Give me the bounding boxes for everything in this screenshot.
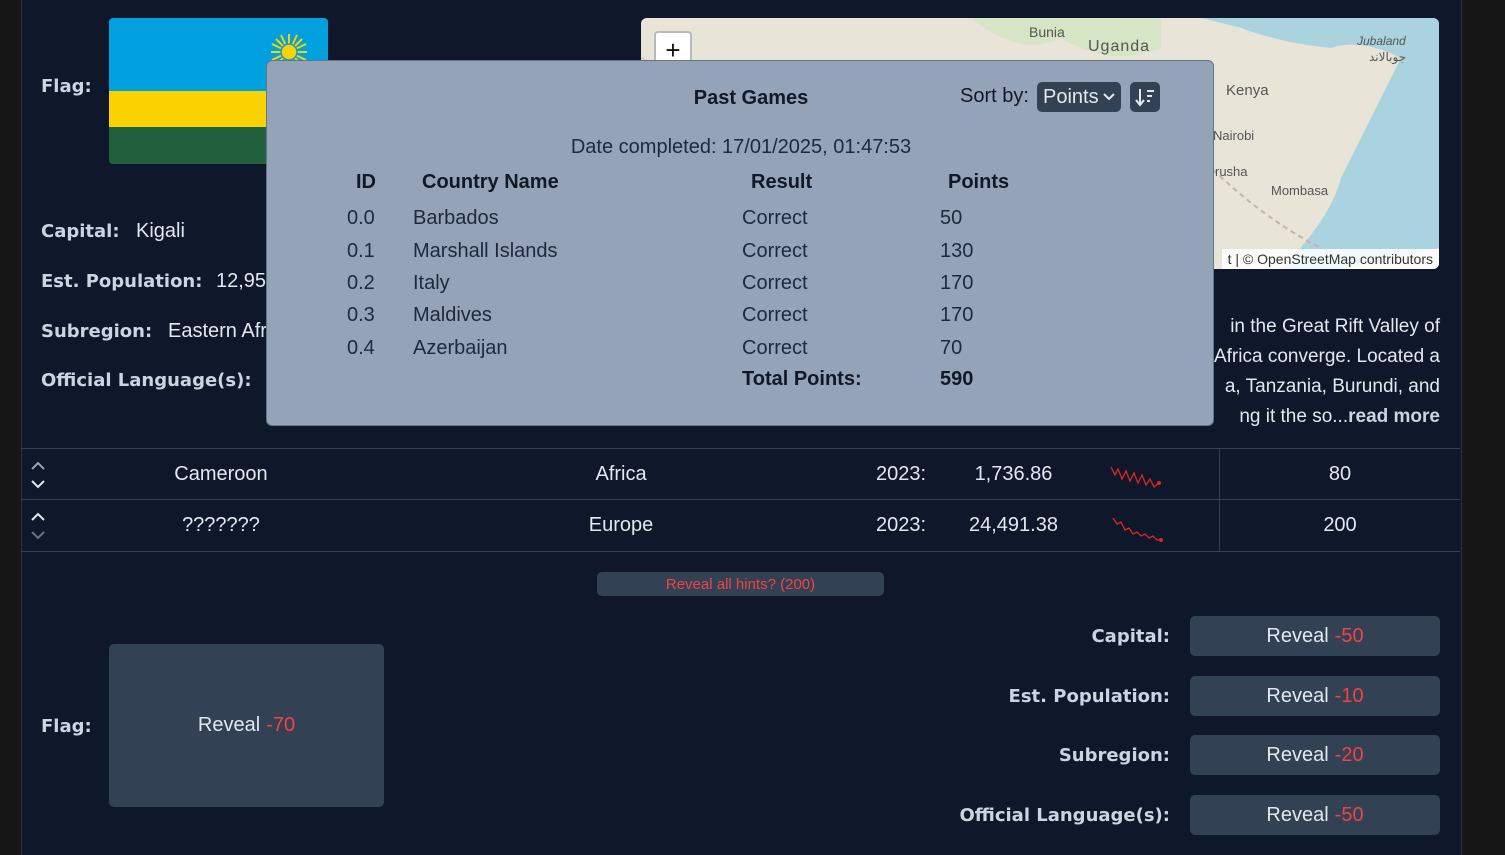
row-points: 200 [1323, 514, 1357, 536]
game-id: 0.1 [347, 240, 375, 262]
expand-toggle-icon[interactable] [29, 511, 47, 541]
past-games-modal: Past Games Sort by: Points Date complete… [266, 60, 1214, 426]
population-label: Est. Population: [41, 271, 203, 292]
header-country: Country Name [422, 171, 559, 193]
row-year: 2023: [875, 514, 927, 536]
sort-select[interactable]: Points [1037, 82, 1121, 112]
subregion-label: Subregion: [41, 321, 153, 342]
reveal-label: Reveal [1266, 803, 1329, 826]
game-points: 130 [940, 240, 974, 262]
game-result: Correct [742, 272, 808, 294]
game-country: Marshall Islands [413, 240, 558, 262]
row-points: 80 [1328, 463, 1352, 485]
header-result: Result [751, 171, 813, 193]
row-gdp: 24,491.38 [969, 514, 1058, 536]
flag-hint-label: Flag: [41, 716, 92, 737]
reveal-cost: -10 [1334, 684, 1364, 707]
capital-hint-label: Capital: [1091, 626, 1170, 647]
capital-value: Kigali [136, 220, 185, 242]
game-id: 0.2 [347, 272, 375, 294]
game-result: Correct [742, 304, 808, 326]
map-label: Jubaland [1357, 34, 1406, 48]
read-more-link[interactable]: read more [1348, 406, 1440, 427]
reveal-label: Reveal [1266, 684, 1329, 707]
capital-label: Capital: [41, 221, 120, 242]
game-id: 0.0 [347, 207, 375, 229]
chevron-down-icon [1102, 93, 1115, 101]
date-completed: Date completed: 17/01/2025, 01:47:53 [570, 136, 912, 158]
reveal-label: Reveal [1266, 743, 1329, 766]
total-points-value: 590 [940, 368, 974, 390]
game-points: 170 [940, 304, 974, 326]
subregion-value: Eastern Afri [168, 320, 272, 342]
subregion-hint-label: Subregion: [1058, 745, 1170, 766]
game-country: Azerbaijan [413, 337, 508, 359]
game-country: Barbados [413, 207, 499, 229]
game-points: 70 [940, 337, 963, 359]
reveal-language-button[interactable]: Reveal -50 [1190, 795, 1440, 835]
map-label: Uganda [1088, 38, 1151, 55]
sort-direction-button[interactable] [1130, 82, 1160, 112]
game-points: 170 [940, 272, 974, 294]
row-year: 2023: [875, 463, 927, 485]
reveal-cost: -20 [1334, 743, 1364, 766]
description-line: ng it the so... [1239, 406, 1349, 427]
reveal-label: Reveal [1266, 624, 1329, 647]
reveal-subregion-button[interactable]: Reveal -20 [1190, 735, 1440, 775]
game-points: 50 [940, 207, 963, 229]
game-country: Italy [413, 272, 450, 294]
reveal-capital-button[interactable]: Reveal -50 [1190, 616, 1440, 656]
row-continent: Europe [588, 514, 654, 536]
game-id: 0.4 [347, 337, 375, 359]
table-row[interactable]: ??????? Europe 2023: 24,491.38 200 [21, 499, 1460, 552]
total-points-label: Total Points: [742, 368, 862, 390]
flag-label: Flag: [41, 76, 92, 97]
gdp-sparkline [1110, 466, 1161, 489]
language-label: Official Language(s): [41, 370, 252, 391]
reveal-cost: -70 [266, 714, 296, 736]
row-gdp: 1,736.86 [974, 463, 1053, 485]
table-row[interactable]: Cameroon Africa 2023: 1,736.86 80 [21, 448, 1460, 500]
game-country: Maldives [413, 304, 492, 326]
map-label: Bunia [1029, 24, 1065, 40]
reveal-label: Reveal [197, 714, 261, 736]
row-continent: Africa [595, 463, 647, 485]
sort-descending-icon [1135, 89, 1154, 107]
map-label: Mombasa [1271, 183, 1329, 198]
row-country: ??????? [182, 514, 260, 536]
game-result: Correct [742, 240, 808, 262]
reveal-flag-button[interactable]: Reveal -70 [109, 644, 384, 807]
sort-label: Sort by: [960, 85, 1029, 107]
map-label: rusha [1215, 164, 1248, 179]
map-label: جوبالاند [1369, 50, 1407, 64]
map-label: Nairobi [1213, 128, 1255, 143]
header-points: Points [948, 171, 1010, 193]
reveal-all-hints-button[interactable]: Reveal all hints? (200) [597, 572, 884, 596]
gdp-sparkline [1112, 517, 1163, 542]
header-id: ID [356, 171, 376, 193]
population-hint-label: Est. Population: [1008, 686, 1170, 707]
sort-value: Points [1043, 85, 1099, 108]
reveal-cost: -50 [1334, 803, 1364, 826]
game-id: 0.3 [347, 304, 375, 326]
reveal-cost: -50 [1334, 624, 1364, 647]
game-result: Correct [742, 207, 808, 229]
language-hint-label: Official Language(s): [959, 805, 1170, 826]
game-result: Correct [742, 337, 808, 359]
map-attribution[interactable]: t | © OpenStreetMap contributors [1221, 249, 1439, 269]
expand-toggle-icon[interactable] [29, 460, 47, 490]
row-country: Cameroon [174, 463, 268, 485]
reveal-population-button[interactable]: Reveal -10 [1190, 676, 1440, 716]
